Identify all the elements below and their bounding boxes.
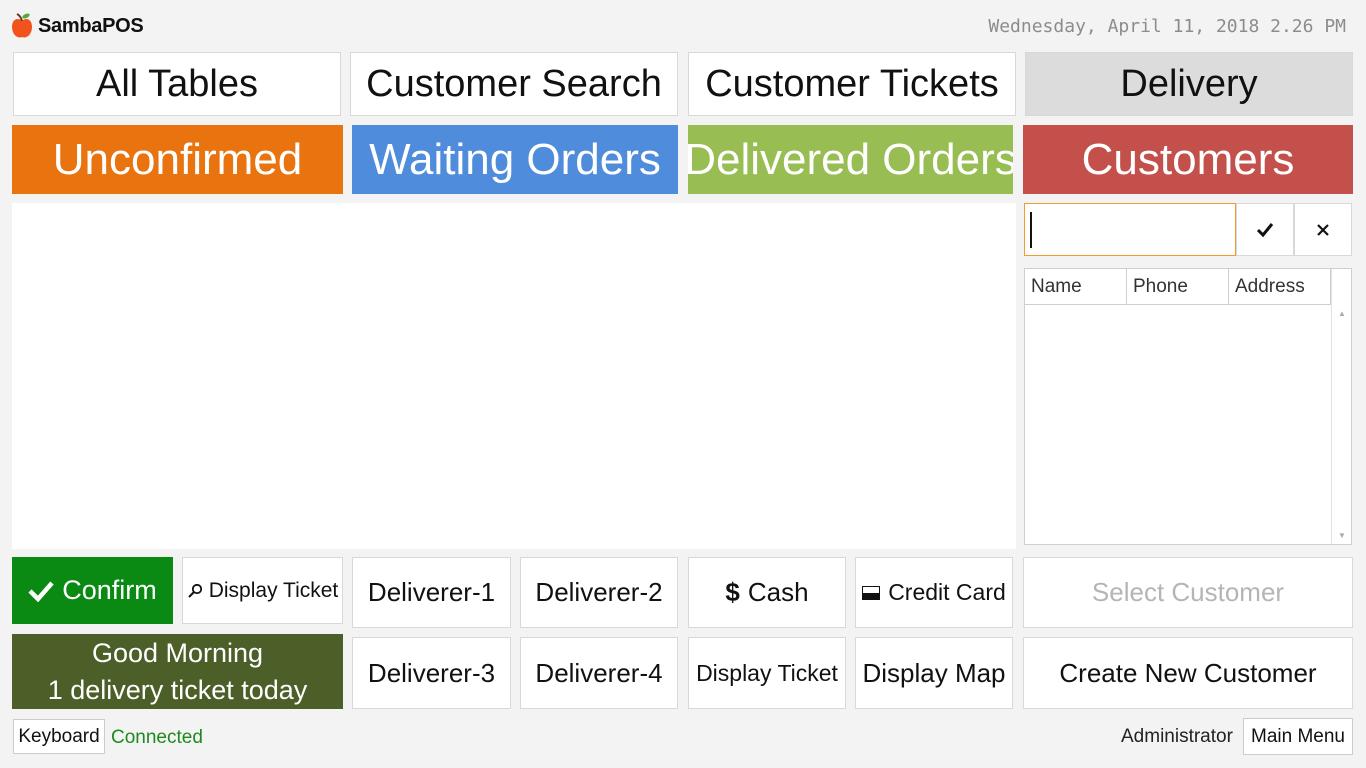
credit-card-button[interactable]: Credit Card [855,557,1013,628]
scroll-up-icon[interactable]: ▲ [1332,309,1352,318]
customer-search-button[interactable]: Customer Search [350,52,678,116]
confirm-button[interactable]: Confirm [12,557,173,624]
deliverer-3-button[interactable]: Deliverer-3 [352,637,511,709]
table-header: Name Phone Address [1025,269,1331,305]
delivery-button[interactable]: Delivery [1025,52,1353,116]
credit-card-icon [862,585,881,600]
dollar-icon: $ [725,577,740,607]
column-header-address[interactable]: Address [1229,269,1331,305]
cash-label: Cash [747,577,809,607]
connection-status: Connected [111,727,203,748]
main-menu-button[interactable]: Main Menu [1243,718,1353,755]
delivered-orders-button[interactable]: Delivered Orders [688,125,1013,194]
accept-search-button[interactable] [1236,203,1294,256]
table-scrollbar[interactable]: ▲ ▼ [1331,269,1351,544]
display-map-button[interactable]: Display Map [855,637,1013,709]
scroll-down-icon[interactable]: ▼ [1332,531,1352,540]
check-icon [28,581,54,602]
select-customer-button[interactable]: Select Customer [1023,557,1353,628]
customer-table[interactable]: Name Phone Address ▲ ▼ [1024,268,1352,545]
clear-search-button[interactable] [1294,203,1352,256]
deliverer-1-button[interactable]: Deliverer-1 [352,557,511,628]
current-user: Administrator [1121,726,1233,747]
apple-icon [12,13,32,38]
greeting-panel: Good Morning 1 delivery ticket today [12,634,343,709]
greeting-line-2: 1 delivery ticket today [47,674,308,705]
check-icon [1256,222,1274,237]
close-icon [1317,223,1329,236]
confirm-label: Confirm [62,575,157,605]
app-logo: SambaPOS [10,12,144,40]
deliverer-4-button[interactable]: Deliverer-4 [520,637,678,709]
customer-tickets-button[interactable]: Customer Tickets [688,52,1016,116]
search-icon [188,583,202,598]
waiting-orders-button[interactable]: Waiting Orders [352,125,678,194]
column-header-phone[interactable]: Phone [1127,269,1229,305]
all-tables-button[interactable]: All Tables [13,52,341,116]
datetime: Wednesday, April 11, 2018 2.26 PM [988,16,1346,37]
app-name: SambaPOS [38,14,144,37]
display-ticket-label: Display Ticket [208,578,339,602]
unconfirmed-button[interactable]: Unconfirmed [12,125,343,194]
cash-button[interactable]: $ Cash [688,557,846,628]
customers-button[interactable]: Customers [1023,125,1353,194]
deliverer-2-button[interactable]: Deliverer-2 [520,557,678,628]
ticket-list-area [12,203,1016,549]
credit-card-label: Credit Card [888,579,1006,605]
text-caret [1030,212,1032,248]
create-new-customer-button[interactable]: Create New Customer [1023,637,1353,709]
greeting-line-1: Good Morning [91,637,264,668]
display-ticket-button[interactable]: Display Ticket [182,557,343,624]
display-ticket-button-2[interactable]: Display Ticket [688,637,846,709]
keyboard-button[interactable]: Keyboard [13,719,105,754]
column-header-name[interactable]: Name [1025,269,1127,305]
customer-search-input[interactable] [1024,203,1236,256]
